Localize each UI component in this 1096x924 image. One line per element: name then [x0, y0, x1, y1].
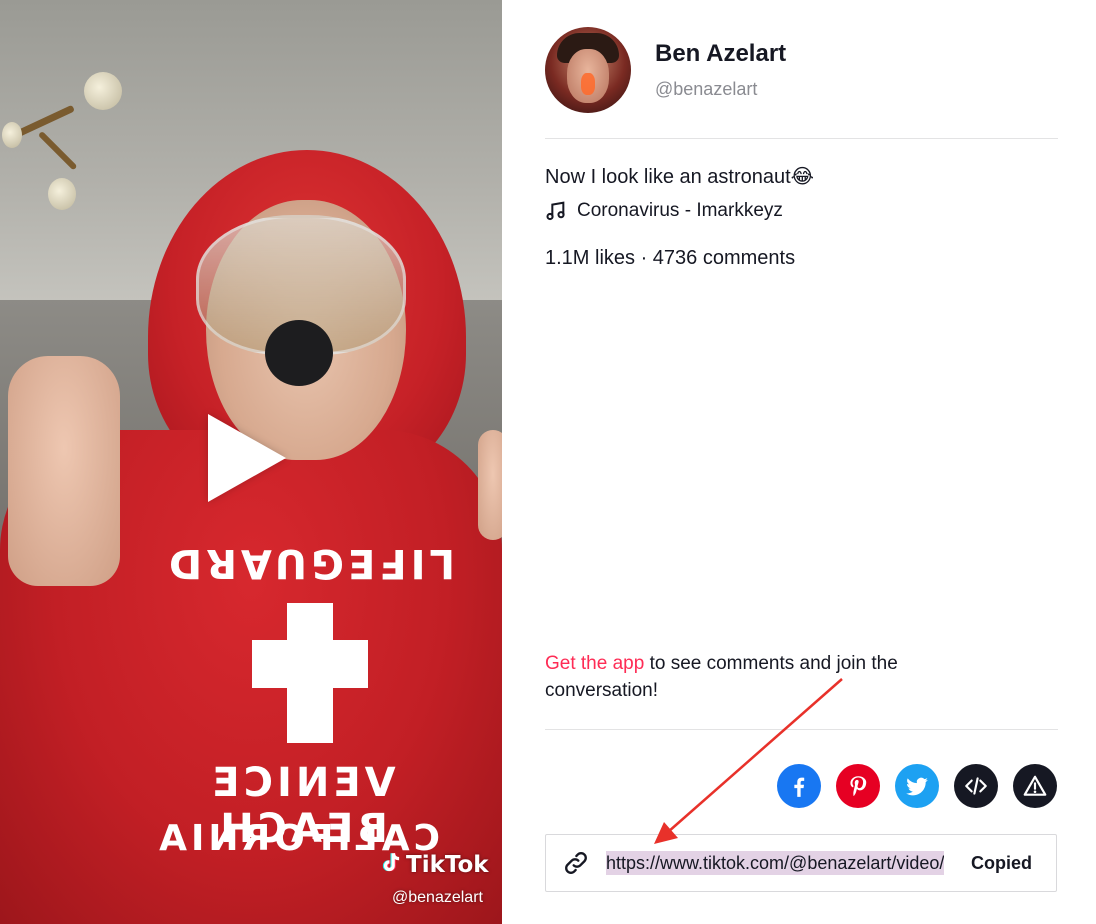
post-stats: 1.1M likes · 4736 comments	[545, 247, 796, 269]
post-description: Now I look like an astronaut😂	[545, 166, 815, 188]
shirt-text-lifeguard: LIFEGUARD	[164, 540, 456, 586]
tiktok-watermark-text: TikTok	[406, 852, 489, 878]
tiktok-watermark: TikTok	[378, 850, 489, 878]
share-pinterest-button[interactable]	[836, 764, 880, 808]
watermark-handle: @benazelart	[392, 889, 483, 906]
music-title: Coronavirus - Imarkkeyz	[577, 200, 783, 221]
copy-link-button[interactable]: Copied	[971, 853, 1032, 874]
author-name[interactable]: Ben Azelart	[655, 40, 786, 68]
play-icon[interactable]	[208, 414, 286, 502]
nose-dot	[265, 320, 333, 386]
report-icon	[1023, 775, 1047, 796]
divider	[545, 138, 1058, 139]
share-twitter-button[interactable]	[895, 764, 939, 808]
lifeguard-cross	[252, 640, 368, 688]
lamp-bulb	[48, 178, 76, 210]
share-embed-button[interactable]	[954, 764, 998, 808]
video-player[interactable]: LIFEGUARD VENICE BEACH CALIFORNIA TikTok…	[0, 0, 502, 924]
link-icon	[565, 852, 587, 874]
right-hand	[478, 430, 502, 540]
facebook-icon	[794, 777, 805, 797]
pinterest-icon	[850, 776, 867, 797]
lamp-bulb	[84, 72, 122, 110]
left-thumbs-up	[8, 356, 120, 586]
author-username[interactable]: @benazelart	[655, 79, 757, 100]
report-button[interactable]	[1013, 764, 1057, 808]
share-url-field[interactable]: https://www.tiktok.com/@benazelart/video…	[606, 851, 944, 875]
tiktok-logo-icon	[382, 852, 400, 872]
lamp-bulb	[2, 122, 22, 148]
share-facebook-button[interactable]	[777, 764, 821, 808]
get-app-prompt: Get the app to see comments and join the…	[545, 650, 985, 704]
twitter-icon	[906, 777, 928, 796]
get-app-link[interactable]: Get the app	[545, 653, 644, 674]
avatar[interactable]	[545, 27, 631, 113]
avatar-glow	[581, 73, 595, 95]
copy-link-box: https://www.tiktok.com/@benazelart/video…	[545, 834, 1057, 892]
embed-icon	[965, 777, 987, 795]
music-note-icon	[546, 201, 565, 221]
music-link[interactable]: Coronavirus - Imarkkeyz	[545, 200, 783, 222]
divider	[545, 729, 1058, 730]
